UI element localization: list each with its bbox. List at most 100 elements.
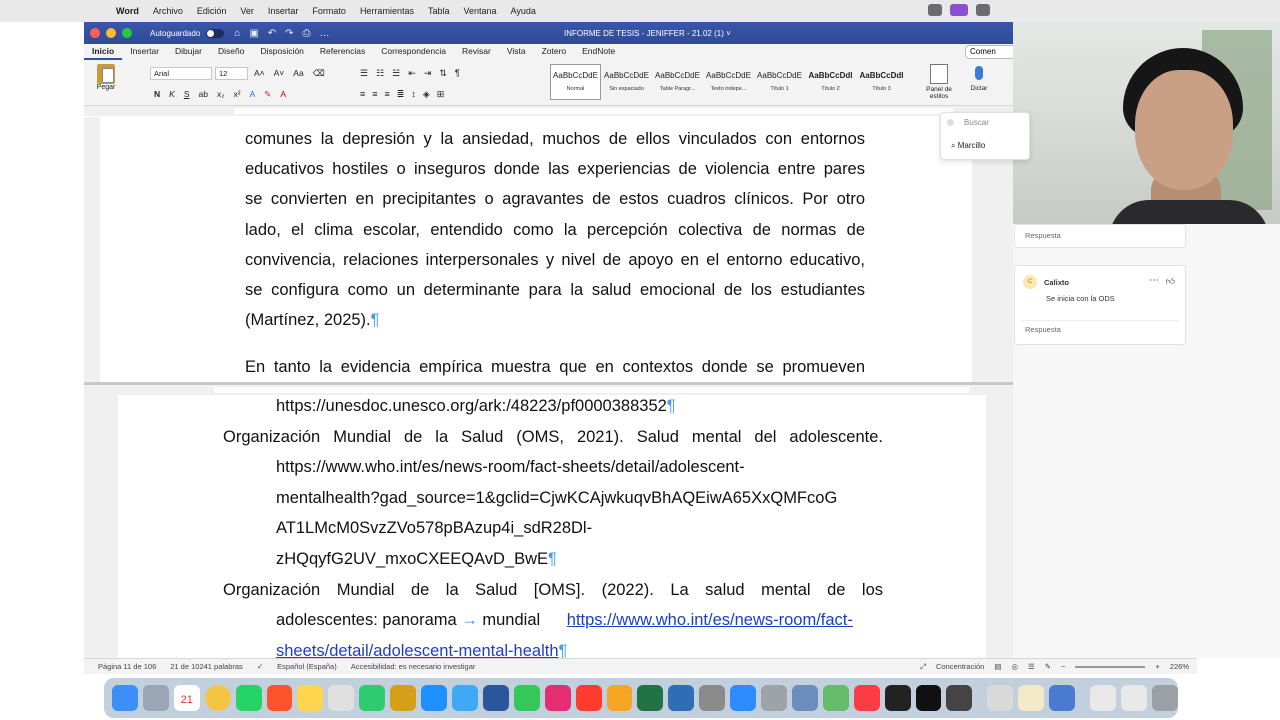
menu-herramientas[interactable]: Herramientas [360, 6, 414, 16]
menu-app-name[interactable]: Word [116, 6, 139, 16]
search-input[interactable]: ⌕ Marcillo [951, 141, 985, 151]
tab-inicio[interactable]: Inicio [84, 44, 123, 60]
bold-button[interactable]: N [154, 89, 160, 100]
grow-font-icon[interactable]: A˄ [254, 68, 265, 79]
shrink-font-icon[interactable]: A˅ [274, 68, 285, 79]
paste-button[interactable]: Pegar [92, 64, 120, 91]
like-icon[interactable]: 👍︎ [1166, 276, 1175, 287]
align-right-icon[interactable]: ≡ [385, 89, 390, 100]
app-store-icon[interactable] [421, 685, 447, 711]
increase-indent-icon[interactable]: ⇥ [424, 68, 432, 79]
language-indicator[interactable]: Español (España) [277, 662, 337, 671]
comment-card[interactable]: C Calixto ⋯ 👍︎ Se inicia con la ODS Resp… [1014, 265, 1186, 345]
strikethrough-icon[interactable]: ab [198, 89, 207, 100]
reply-input[interactable]: Respuesta [1021, 320, 1179, 338]
comment-card[interactable]: Respuesta [1014, 224, 1186, 248]
app-icon[interactable] [946, 685, 973, 711]
tab-correspondencia[interactable]: Correspondencia [373, 44, 454, 60]
app-icon[interactable] [791, 685, 818, 711]
font-size-select[interactable]: 12 [215, 67, 248, 80]
web-layout-icon[interactable]: ◎ [1011, 662, 1018, 671]
focus-mode-button[interactable]: Concentración [936, 662, 984, 671]
sort-icon[interactable]: ⇅ [439, 68, 447, 79]
reference-hyperlink[interactable]: sheets/detail/adolescent-mental-health [276, 642, 559, 658]
style-normal[interactable]: AaBbCcDdE Normal [550, 64, 601, 100]
tab-revisar[interactable]: Revisar [454, 44, 499, 60]
focus-icon[interactable]: ⤢ [920, 662, 926, 672]
pages-icon[interactable] [606, 685, 633, 711]
undo-icon[interactable]: ↶ [268, 28, 276, 39]
launchpad-icon[interactable] [142, 685, 169, 711]
zoom-out-icon[interactable]: − [1061, 662, 1065, 671]
minimize-window-icon[interactable] [106, 28, 116, 38]
accessibility-status[interactable]: Accesibilidad: es necesario investigar [351, 662, 476, 671]
contacts-icon[interactable] [699, 685, 726, 711]
whatsapp-icon[interactable] [235, 685, 262, 711]
show-marks-icon[interactable]: ¶ [455, 68, 460, 79]
app-icon[interactable] [1049, 685, 1076, 711]
justify-icon[interactable]: ≣ [397, 89, 405, 100]
tab-diseno[interactable]: Diseño [210, 44, 252, 60]
trash-icon[interactable] [1151, 685, 1178, 711]
menu-insertar[interactable]: Insertar [268, 6, 299, 16]
highlight-icon[interactable]: ✎ [264, 89, 271, 100]
numbers-icon[interactable] [513, 685, 540, 711]
status-video-icon[interactable] [950, 4, 968, 16]
zoom-app-icon[interactable] [730, 685, 757, 711]
menu-formato[interactable]: Formato [312, 6, 346, 16]
more-options-icon[interactable]: ⋯ [1149, 275, 1159, 286]
multilevel-list-icon[interactable]: ☱ [392, 68, 400, 79]
font-name-select[interactable]: Arial [150, 67, 212, 80]
decrease-indent-icon[interactable]: ⇤ [408, 68, 416, 79]
app-icon[interactable] [668, 685, 695, 711]
clear-format-icon[interactable]: ⌫ [313, 68, 325, 79]
tab-dibujar[interactable]: Dibujar [167, 44, 210, 60]
font-color-icon[interactable]: A [280, 89, 286, 100]
calendar-icon[interactable]: 21 [173, 685, 200, 711]
paragraph-body[interactable]: comunes la depresión y la ansiedad, much… [245, 128, 865, 382]
document-pane-bottom[interactable]: https://unesdoc.unesco.org/ark:/48223/pf… [94, 395, 1013, 658]
notes-icon[interactable] [297, 685, 324, 711]
zoom-in-icon[interactable]: + [1155, 662, 1159, 671]
document-pane-top[interactable]: comunes la depresión y la ansiedad, much… [94, 117, 1013, 382]
borders-icon[interactable]: ⊞ [437, 89, 445, 100]
superscript-icon[interactable]: x² [234, 89, 241, 100]
close-window-icon[interactable] [90, 28, 100, 38]
excel-icon[interactable] [637, 685, 664, 711]
style-titulo-2[interactable]: AaBbCcDdI Título 2 [805, 64, 856, 100]
proofing-icon[interactable]: ✓ [257, 662, 263, 671]
style-texto-independiente[interactable]: AaBbCcDdE Texto indepe... [703, 64, 754, 100]
tab-insertar[interactable]: Insertar [122, 44, 167, 60]
tab-disposicion[interactable]: Disposición [252, 44, 311, 60]
tab-endnote[interactable]: EndNote [574, 44, 623, 60]
tab-vista[interactable]: Vista [499, 44, 534, 60]
underline-button[interactable]: S [184, 89, 190, 100]
change-case-icon[interactable]: Aa [293, 68, 303, 79]
text-effects-icon[interactable]: A [250, 89, 256, 100]
draft-view-icon[interactable]: ✎ [1045, 662, 1051, 671]
dictate-button[interactable]: Dictar [965, 64, 993, 92]
print-layout-icon[interactable]: ▤ [994, 662, 1001, 671]
bullets-icon[interactable]: ☰ [360, 68, 368, 79]
menu-tabla[interactable]: Tabla [428, 6, 450, 16]
page-count[interactable]: Página 11 de 106 [98, 662, 156, 671]
tab-referencias[interactable]: Referencias [312, 44, 373, 60]
style-table-paragraph[interactable]: AaBbCcDdE Table Paragr... [652, 64, 703, 100]
menu-edicion[interactable]: Edición [197, 6, 227, 16]
chrome-icon[interactable] [204, 685, 231, 711]
align-left-icon[interactable]: ≡ [360, 89, 365, 100]
line-spacing-icon[interactable]: ↕ [411, 89, 416, 100]
document-thumbnail-icon[interactable] [1090, 685, 1116, 711]
align-center-icon[interactable]: ≡ [372, 89, 377, 100]
style-titulo-1[interactable]: AaBbCcDdE Título 1 [754, 64, 805, 100]
horizontal-ruler-top[interactable] [84, 106, 1013, 116]
menu-archivo[interactable]: Archivo [153, 6, 183, 16]
tiktok-icon[interactable] [915, 685, 942, 711]
menu-ver[interactable]: Ver [240, 6, 254, 16]
brave-icon[interactable] [266, 685, 293, 711]
horizontal-ruler-bottom[interactable] [84, 385, 1013, 395]
print-icon[interactable]: ⎙ [303, 28, 311, 39]
freeform-icon[interactable] [328, 685, 355, 711]
document-thumbnail-icon[interactable] [1121, 685, 1147, 711]
keynote-icon[interactable] [451, 685, 478, 711]
